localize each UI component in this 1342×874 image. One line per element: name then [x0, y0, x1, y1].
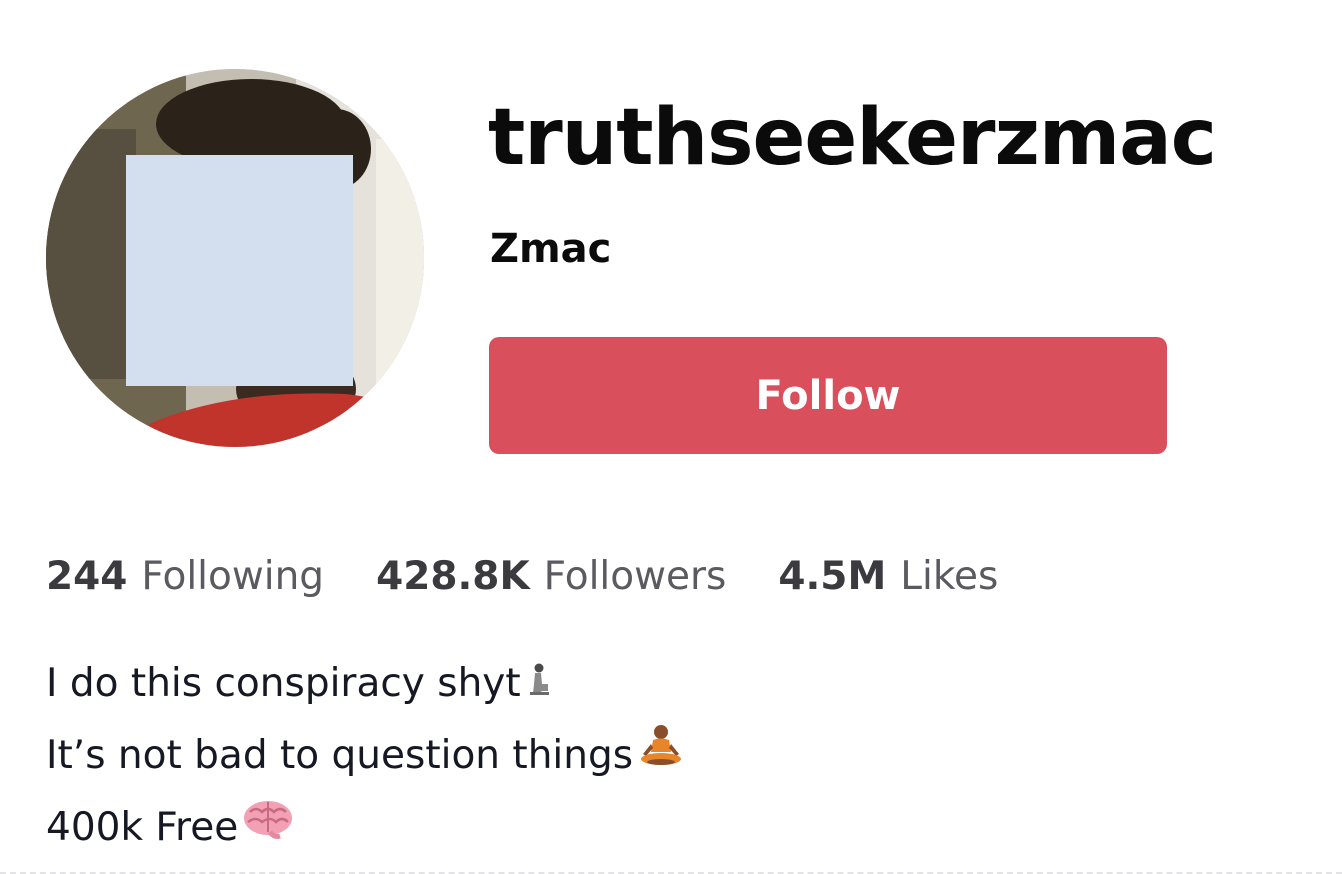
bio-line: 400k Free — [46, 792, 685, 864]
face-redaction — [126, 155, 353, 386]
likes-count: 4.5M — [778, 553, 887, 599]
following-count: 244 — [46, 553, 128, 599]
likes-label: Likes — [900, 553, 999, 599]
followers-count: 428.8K — [376, 553, 530, 599]
bio-line-text: 400k Free — [46, 805, 239, 850]
brain-emoji-icon — [242, 792, 294, 864]
lotus-position-emoji-icon — [637, 720, 685, 792]
profile-stats: 244 Following 428.8K Followers 4.5M Like… — [46, 546, 998, 606]
followers-label: Followers — [543, 553, 727, 599]
likes-stat[interactable]: 4.5M Likes — [778, 554, 998, 599]
bio-line: It’s not bad to question things — [46, 720, 685, 792]
avatar[interactable] — [46, 69, 424, 447]
bio-line-text: I do this conspiracy shyt — [46, 661, 521, 706]
kneeling-person-emoji-icon — [525, 648, 553, 720]
username: truthseekerzmac — [488, 93, 1217, 183]
following-label: Following — [141, 553, 325, 599]
follow-button[interactable]: Follow — [489, 337, 1167, 454]
bio: I do this conspiracy shyt It’s not bad t… — [46, 648, 685, 864]
following-stat[interactable]: 244 Following — [46, 554, 324, 599]
bio-line-text: It’s not bad to question things — [46, 733, 634, 778]
display-name: Zmac — [490, 226, 612, 272]
bio-line: I do this conspiracy shyt — [46, 648, 685, 720]
followers-stat[interactable]: 428.8K Followers — [376, 554, 726, 599]
